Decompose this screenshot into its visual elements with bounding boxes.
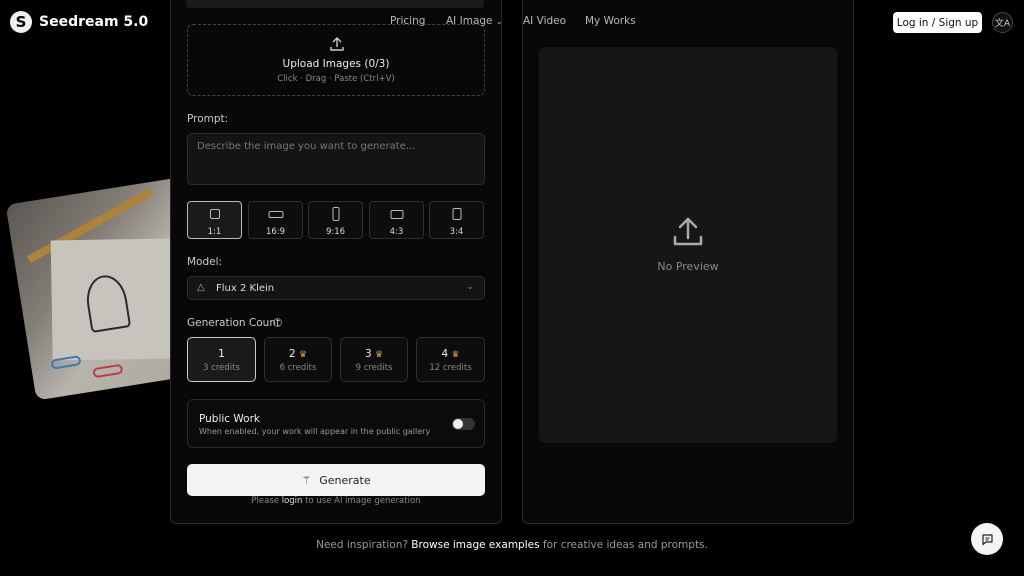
portrait-ratio-icon [332,207,339,221]
help-icon[interactable]: ? [273,318,282,327]
portrait-ratio-icon [452,208,461,220]
image-upload-dropzone[interactable]: Upload Images (0/3) Click · Drag · Paste… [187,24,485,96]
landscape-ratio-icon [268,211,283,218]
crown-icon: ♛ [374,350,384,360]
ratio-4-3-button[interactable]: 4:3 [369,201,424,239]
model-select[interactable]: △ Flux 2 Klein ⌄ [187,276,485,300]
generate-button[interactable]: ⚚ Generate [187,464,485,496]
upload-icon [673,217,703,246]
public-work-description: When enabled, your work will appear in t… [199,427,431,436]
toggle-knob [453,419,463,429]
paperclip-shape [92,363,124,379]
prompt-input[interactable] [187,133,485,185]
count-option-4[interactable]: 4 ♛ 12 credits [416,337,485,382]
prompt-label: Prompt: [187,113,229,125]
count-option-1[interactable]: 1 3 credits [187,337,256,382]
ratio-3-4-button[interactable]: 3:4 [429,201,484,239]
login-link[interactable]: login [282,496,303,506]
crown-icon: ♛ [298,350,308,360]
chevron-down-icon: ⌄ [495,17,503,26]
upload-icon [330,37,344,51]
public-work-toggle[interactable] [452,418,475,430]
ratio-1-1-button[interactable]: 1:1 [187,201,242,239]
public-work-card: Public Work When enabled, your work will… [187,399,485,448]
square-ratio-icon [209,209,220,219]
chevron-down-icon: ⌄ [466,282,474,292]
ratio-9-16-button[interactable]: 9:16 [308,201,363,239]
triangle-icon: △ [197,282,205,293]
nav-my-works[interactable]: My Works [585,15,636,27]
upload-subtitle: Click · Drag · Paste (Ctrl+V) [277,74,395,84]
nav-pricing[interactable]: Pricing [390,15,425,27]
page: S Seedream 5.0 Pricing AI Image ⌄ AI Vid… [0,0,1024,576]
preview-area: No Preview [539,47,837,443]
upload-title: Upload Images (0/3) [282,58,390,70]
crown-icon: ♛ [451,350,460,360]
public-work-title: Public Work [199,413,261,425]
ratio-16-9-button[interactable]: 16:9 [248,201,303,239]
brand-name: Seedream 5.0 [39,14,149,30]
brand-logo[interactable]: S Seedream 5.0 [10,11,148,33]
count-option-3[interactable]: 3 ♛ 9 credits [340,337,408,382]
model-selected-value: Flux 2 Klein [216,283,275,294]
translate-icon[interactable]: 文A [992,12,1013,33]
generation-count-label: Generation Count [187,317,281,329]
magic-wand-icon: ⚚ [301,473,312,487]
chat-icon[interactable] [971,523,1003,555]
model-label: Model: [187,256,223,268]
nav-ai-video[interactable]: AI Video [523,15,566,27]
logo-icon: S [10,11,32,33]
footer-inspiration: Need inspiration? Browse image examples … [316,539,708,551]
no-preview-text: No Preview [657,260,719,273]
mode-tabs[interactable] [186,0,484,8]
chat-bubble-icon [981,533,993,545]
nav-ai-image[interactable]: AI Image ⌄ [446,15,503,27]
browse-examples-link[interactable]: Browse image examples [411,539,539,551]
login-signup-button[interactable]: Log in / Sign up [893,12,982,33]
landscape-ratio-icon [390,210,403,219]
count-option-2[interactable]: 2 ♛ 6 credits [264,337,332,382]
login-note: Please login to use AI image generation [251,496,421,506]
